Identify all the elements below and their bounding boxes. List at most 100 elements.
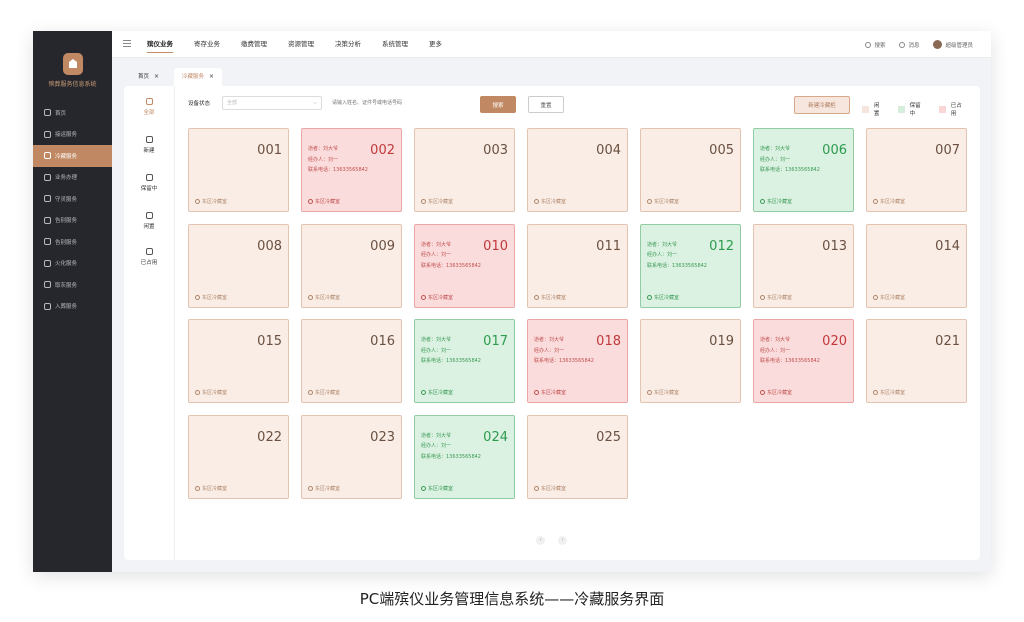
hourglass-icon xyxy=(145,174,153,181)
sidebar-item[interactable]: 告别服务 xyxy=(33,231,112,253)
cabinet-card[interactable]: 021 东区冷藏室 xyxy=(866,319,967,403)
cabinet-card[interactable]: 022 东区冷藏室 xyxy=(188,414,289,499)
sidebar-item[interactable]: 冷藏服务 xyxy=(33,145,112,167)
cabinet-card[interactable]: 015 东区冷藏室 xyxy=(188,319,289,403)
sidebar-item[interactable]: 取灰服务 xyxy=(33,274,112,296)
sidebar: 殡葬服务信息系统 首页 接运服务 冷藏服务 业务办理 守灵服务 告别服务 告别服务 火化服务取… xyxy=(33,31,112,572)
menu-toggle-icon[interactable] xyxy=(123,40,131,48)
cabinet-card[interactable]: 017 逝者：刘大爷 经办人：刘一 联系电话：13633565842 东区冷藏室 xyxy=(414,319,515,403)
legend-item: 已占用 xyxy=(938,101,967,117)
top-menu-item[interactable]: 寄存业务 xyxy=(194,31,220,58)
main-content: 全部新建保留中闲置已占用 设备状态 全部⌵ 搜索 重置 新建冷藏柜 闲置保留中已… xyxy=(124,86,980,560)
cabinet-location: 东区冷藏室 xyxy=(195,389,227,396)
cabinet-card[interactable]: 005 东区冷藏室 xyxy=(640,128,741,212)
status-filter-item[interactable]: 全部 xyxy=(124,98,174,116)
location-label: 东区冷藏室 xyxy=(880,294,906,301)
messages-label: 消息 xyxy=(908,42,920,49)
sidebar-item[interactable]: 业务办理 xyxy=(33,167,112,189)
cabinet-card[interactable]: 008 东区冷藏室 xyxy=(188,223,289,308)
person-icon xyxy=(308,390,313,395)
cabinet-card[interactable]: 014 东区冷藏室 xyxy=(866,223,967,308)
deceased-name: 逝者：刘大爷 xyxy=(534,337,565,343)
tab-home[interactable]: 首页 × xyxy=(130,68,168,86)
sidebar-item[interactable]: 接运服务 xyxy=(33,124,112,146)
cabinet-location: 东区冷藏室 xyxy=(760,389,792,396)
cabinet-card[interactable]: 019 东区冷藏室 xyxy=(640,319,741,403)
location-label: 东区冷藏室 xyxy=(428,294,454,301)
person-icon xyxy=(308,485,313,491)
top-menu-item[interactable]: 系统管理 xyxy=(382,31,408,58)
cabinet-card[interactable]: 023 东区冷藏室 xyxy=(301,414,402,499)
search-link[interactable]: 搜索 xyxy=(865,41,885,49)
status-select[interactable]: 全部 ⌵ xyxy=(222,96,322,110)
cabinet-number: 008 xyxy=(257,238,282,254)
cabinet-card[interactable]: 006 逝者：刘大爷 经办人：刘一 联系电话：13633565842 东区冷藏室 xyxy=(753,128,854,212)
cabinet-card[interactable]: 010 逝者：刘大爷 经办人：刘一 联系电话：13633565842 东区冷藏室 xyxy=(414,223,515,308)
reset-button[interactable]: 重置 xyxy=(528,96,564,113)
handler-name: 经办人：刘一 xyxy=(760,156,791,163)
close-icon[interactable]: × xyxy=(209,68,214,86)
nav-icon xyxy=(44,238,51,246)
sidebar-item-label: 业务办理 xyxy=(55,175,78,182)
next-page-button[interactable]: › xyxy=(558,536,567,545)
top-menu-item[interactable]: 决策分析 xyxy=(335,31,361,58)
location-label: 东区冷藏室 xyxy=(428,390,454,396)
cabinet-card[interactable]: 003 东区冷藏室 xyxy=(414,128,515,212)
person-icon xyxy=(873,390,878,395)
sidebar-item[interactable]: 告别服务 xyxy=(33,210,112,232)
user-menu[interactable]: 超级管理员 xyxy=(933,40,973,49)
cabinet-card[interactable]: 002 逝者：刘大爷 经办人：刘一 联系电话：13633565842 东区冷藏室 xyxy=(301,128,402,212)
location-label: 东区冷藏室 xyxy=(541,294,567,301)
status-filter-item[interactable]: 已占用 xyxy=(124,248,174,266)
search-button[interactable]: 搜索 xyxy=(480,96,516,113)
cabinet-number: 019 xyxy=(709,334,734,349)
top-menu-item[interactable]: 更多 xyxy=(429,31,442,58)
cabinet-card[interactable]: 025 东区冷藏室 xyxy=(527,414,628,499)
top-menu-item[interactable]: 殡仪业务 xyxy=(147,31,173,58)
messages-link[interactable]: 消息 xyxy=(899,41,919,49)
cabinet-location: 东区冷藏室 xyxy=(308,198,340,205)
top-menu-item[interactable]: 缴费管理 xyxy=(241,31,267,58)
cabinet-number: 006 xyxy=(822,143,847,158)
cabinet-card[interactable]: 007 东区冷藏室 xyxy=(866,128,967,212)
cabinet-card[interactable]: 004 东区冷藏室 xyxy=(527,128,628,212)
search-input[interactable] xyxy=(328,96,476,110)
filter-label: 设备状态 xyxy=(188,101,211,107)
tab-cold-storage[interactable]: 冷藏服务 × xyxy=(174,68,223,86)
status-filter-item[interactable]: 保留中 xyxy=(124,174,174,192)
cabinet-info: 逝者：刘大爷 经办人：刘一 联系电话：13633565842 xyxy=(421,240,481,272)
status-legend: 闲置 保留中 已占用 xyxy=(862,101,980,117)
person-icon xyxy=(421,199,426,204)
cabinet-card[interactable]: 024 逝者：刘大爷 经办人：刘一 联系电话：13633565842 东区冷藏室 xyxy=(414,414,515,499)
new-cabinet-button[interactable]: 新建冷藏柜 xyxy=(794,96,850,114)
nav-icon xyxy=(44,281,51,289)
status-filter-item[interactable]: 闲置 xyxy=(124,212,174,230)
contact-phone: 联系电话：13633565842 xyxy=(421,262,481,269)
cabinet-info: 逝者：刘大爷 经办人：刘一 联系电话：13633565842 xyxy=(534,335,594,367)
cabinet-number: 003 xyxy=(483,143,508,158)
cabinet-card[interactable]: 016 东区冷藏室 xyxy=(301,319,402,403)
cabinet-card[interactable]: 009 东区冷藏室 xyxy=(301,223,402,308)
status-filter-label: 闲置 xyxy=(143,224,155,230)
cabinet-card[interactable]: 012 逝者：刘大爷 经办人：刘一 联系电话：13633565842 东区冷藏室 xyxy=(640,223,741,308)
cabinet-card[interactable]: 001 东区冷藏室 xyxy=(188,128,289,212)
handler-name: 经办人：刘一 xyxy=(421,252,452,258)
cabinet-card[interactable]: 011 东区冷藏室 xyxy=(527,223,628,308)
cabinet-card[interactable]: 013 东区冷藏室 xyxy=(753,223,854,308)
prev-page-button[interactable]: ‹ xyxy=(536,536,545,545)
tab-label: 首页 xyxy=(138,74,150,80)
legend-label: 闲置 xyxy=(873,103,880,117)
sidebar-item[interactable]: 守灵服务 xyxy=(33,188,112,210)
close-icon[interactable]: × xyxy=(154,68,159,86)
sidebar-item[interactable]: 入葬服务 xyxy=(33,296,112,318)
top-menu-item[interactable]: 资源管理 xyxy=(288,31,314,58)
nav-icon xyxy=(44,173,51,181)
cabinet-card[interactable]: 018 逝者：刘大爷 经办人：刘一 联系电话：13633565842 东区冷藏室 xyxy=(527,319,628,403)
cabinet-location: 东区冷藏室 xyxy=(647,198,679,205)
sidebar-item[interactable]: 首页 xyxy=(33,102,112,124)
sidebar-item[interactable]: 火化服务 xyxy=(33,253,112,275)
search-icon xyxy=(865,41,872,48)
cabinet-card[interactable]: 020 逝者：刘大爷 经办人：刘一 联系电话：13633565842 东区冷藏室 xyxy=(753,319,854,403)
location-label: 东区冷藏室 xyxy=(202,199,228,205)
status-filter-item[interactable]: 新建 xyxy=(124,136,174,154)
